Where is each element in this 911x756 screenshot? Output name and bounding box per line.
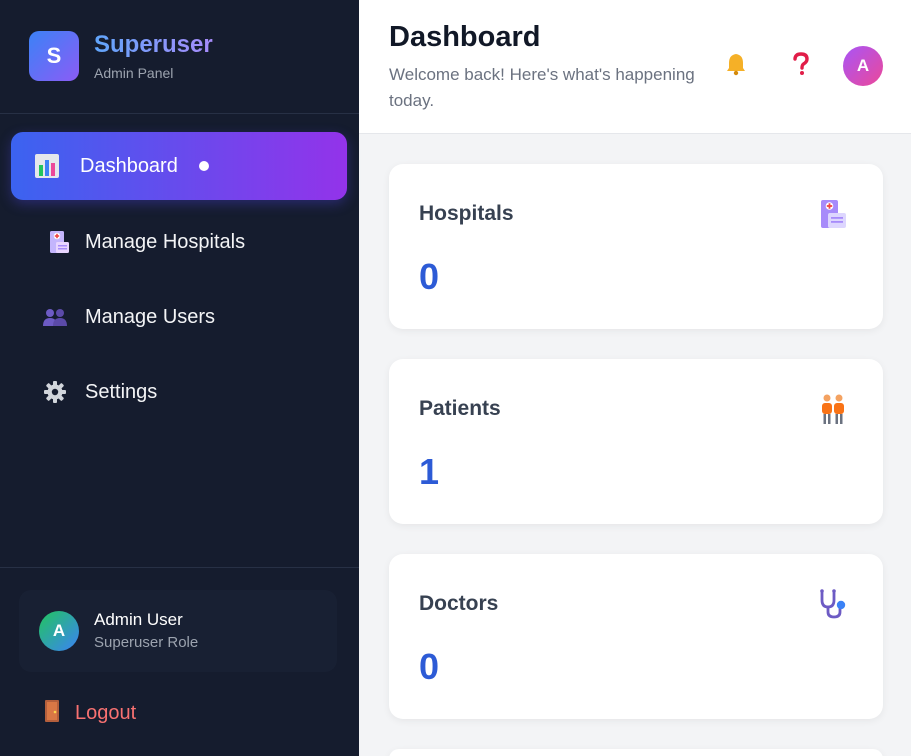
people-icon <box>817 393 849 425</box>
avatar: A <box>39 611 79 651</box>
hospital-icon <box>817 198 849 230</box>
notifications-button[interactable] <box>720 50 752 82</box>
sidebar-item-label: Dashboard <box>80 154 178 177</box>
bar-chart-icon <box>33 152 61 180</box>
stat-card-partial <box>389 749 883 756</box>
sidebar-item-manage-users[interactable]: Manage Users <box>11 283 347 351</box>
stat-label: Hospitals <box>419 202 514 225</box>
question-mark-icon <box>792 51 810 81</box>
sidebar: S Superuser Admin Panel Dashboard Manage… <box>0 0 359 756</box>
door-icon <box>44 699 60 728</box>
profile-avatar[interactable]: A <box>843 46 883 86</box>
user-name: Admin User <box>94 610 183 629</box>
sidebar-item-dashboard[interactable]: Dashboard <box>11 132 347 200</box>
stat-card-doctors: Doctors 0 <box>389 554 883 719</box>
sidebar-item-label: Manage Hospitals <box>85 230 246 253</box>
stat-label: Patients <box>419 397 501 420</box>
stat-value: 1 <box>419 451 440 492</box>
sidebar-item-manage-hospitals[interactable]: Manage Hospitals <box>11 208 347 276</box>
active-indicator <box>199 161 209 171</box>
brand-logo: S <box>29 31 79 81</box>
sidebar-item-settings[interactable]: Settings <box>11 358 347 426</box>
sidebar-item-label: Settings <box>85 380 158 403</box>
bell-icon <box>724 52 748 81</box>
hospital-icon <box>45 228 73 256</box>
stat-label: Doctors <box>419 592 499 615</box>
sidebar-divider <box>0 567 359 568</box>
user-card: A Admin User Superuser Role <box>19 590 337 672</box>
stat-card-patients: Patients 1 <box>389 359 883 524</box>
stat-card-hospitals: Hospitals 0 <box>389 164 883 329</box>
header: Dashboard Welcome back! Here's what's ha… <box>359 0 911 134</box>
page-subtitle: Welcome back! Here's what's happening to… <box>389 65 695 110</box>
stat-value: 0 <box>419 646 440 687</box>
logout-label: Logout <box>75 701 137 724</box>
stat-value: 0 <box>419 256 440 297</box>
stethoscope-icon <box>817 588 849 620</box>
page-title: Dashboard <box>389 21 541 53</box>
logout-button[interactable]: Logout <box>44 699 136 727</box>
users-icon <box>41 303 69 331</box>
sidebar-item-label: Manage Users <box>85 305 216 328</box>
user-role: Superuser Role <box>94 634 199 651</box>
gear-icon <box>41 378 69 406</box>
help-button[interactable] <box>785 50 817 82</box>
brand: S Superuser Admin Panel <box>0 0 359 114</box>
brand-title: Superuser <box>94 31 213 58</box>
brand-subtitle: Admin Panel <box>94 65 174 81</box>
